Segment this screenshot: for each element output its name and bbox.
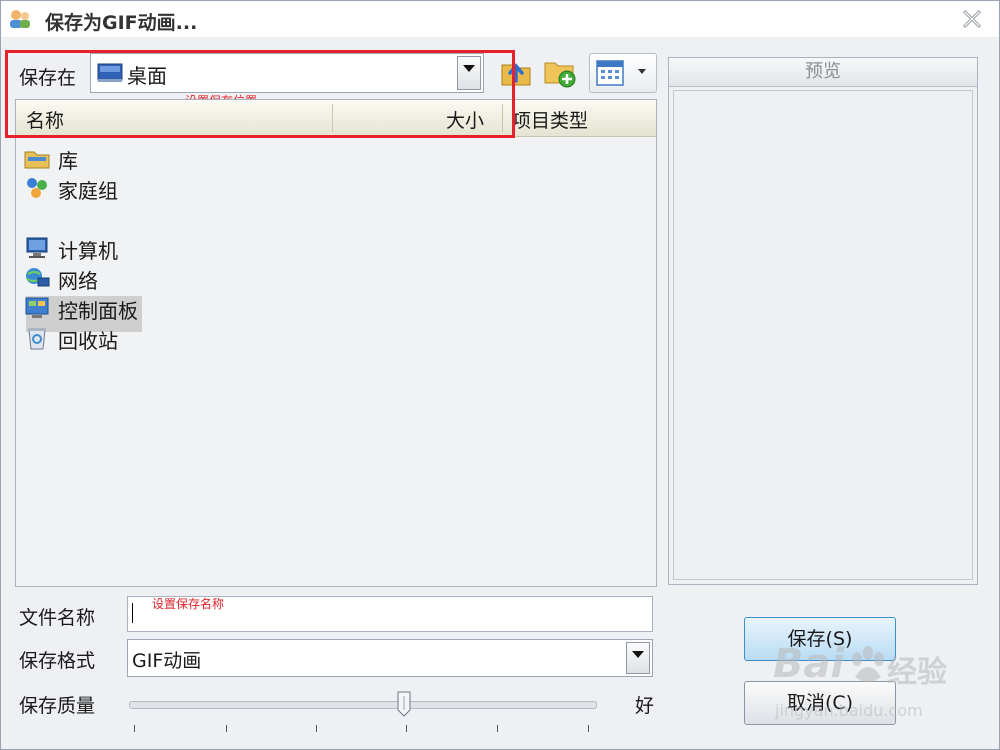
new-folder-icon[interactable] [543,55,577,89]
list-item[interactable]: 控制面板 [22,294,342,323]
file-list[interactable]: 名称 大小 项目类型 库 家庭组 计算机 网络 控制面板 回收站 [15,99,657,587]
quality-slider[interactable] [129,701,597,709]
column-type[interactable]: 项目类型 [512,106,588,133]
list-item[interactable]: 家庭组 [22,174,342,203]
quality-end-label: 好 [635,695,655,717]
preview-panel: 预览 [668,57,978,585]
list-item[interactable]: 回收站 [22,324,342,353]
highlight-box [5,50,515,138]
format-select[interactable]: GIF动画 [127,639,653,677]
filename-input[interactable]: 设置保存名称 [127,596,653,632]
slider-thumb[interactable] [397,691,411,717]
recycle-bin-icon [28,328,46,350]
app-icon [10,10,30,28]
network-icon [26,268,50,287]
filename-label: 文件名称 [19,607,96,629]
control-panel-icon [25,297,49,318]
view-menu-button[interactable] [589,53,657,93]
text-caret [132,603,133,623]
chevron-down-icon [638,69,646,74]
watermark-logo: Bai 经验 jingyan.baidu.com [773,641,947,720]
library-folder-icon [24,151,50,169]
close-icon[interactable] [961,9,983,29]
list-item[interactable]: 库 [22,144,342,173]
preview-area [673,90,973,580]
save-gif-dialog: 保存为GIF动画... 保存在 桌面 设置保存位置 [0,0,1000,750]
format-value: GIF动画 [132,650,202,672]
title-bar: 保存为GIF动画... [1,1,999,37]
computer-icon [26,237,48,258]
homegroup-icon [27,178,47,198]
window-title: 保存为GIF动画... [45,12,198,34]
view-icon [596,60,624,86]
filename-hint: 设置保存名称 [152,597,225,611]
chevron-down-icon[interactable] [626,642,650,674]
format-label: 保存格式 [19,650,96,672]
preview-label: 预览 [669,58,977,87]
list-item[interactable]: 网络 [22,264,342,293]
list-item[interactable]: 计算机 [22,234,342,263]
quality-label: 保存质量 [19,695,96,717]
paw-icon [852,646,884,682]
